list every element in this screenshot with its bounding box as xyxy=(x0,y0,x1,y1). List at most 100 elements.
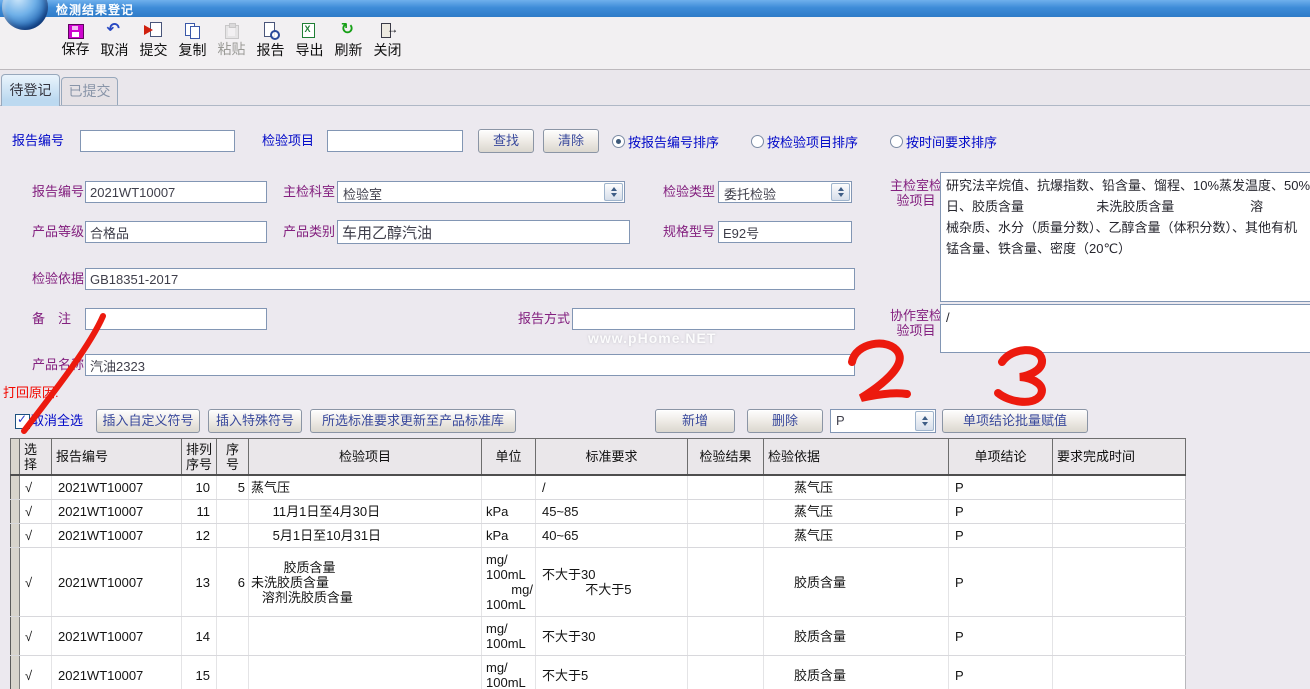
insert-custom-symbol-button[interactable]: 插入自定义符号 xyxy=(96,409,200,433)
batch-assign-button[interactable]: 单项结论批量赋值 xyxy=(942,409,1088,433)
column-header[interactable]: 标准要求 xyxy=(535,439,687,476)
cancel-select-all-checkbox[interactable] xyxy=(15,414,30,429)
column-header[interactable]: 单项结论 xyxy=(948,439,1052,476)
radio-icon[interactable] xyxy=(890,135,903,148)
search-report-no-input[interactable] xyxy=(80,130,235,152)
table-header-row: 选择报告编号排列 序号序号检验项目单位标准要求检验结果检验依据单项结论要求完成时… xyxy=(11,439,1186,476)
cell-unit: kPa xyxy=(482,500,536,524)
toolbar-button-refresh[interactable]: 刷新 xyxy=(329,21,368,58)
cell-item: 5月1日至10月31日 xyxy=(249,524,482,548)
toolbar-button-copy[interactable]: 复制 xyxy=(173,21,212,58)
table-row[interactable]: √2021WT10007105蒸气压/蒸气压P xyxy=(11,475,1186,500)
report-mode-input[interactable] xyxy=(572,308,855,330)
cell-unit xyxy=(482,475,536,500)
cell-std: 不大于30 xyxy=(535,617,687,656)
find-button[interactable]: 查找 xyxy=(478,129,534,153)
test-type-value: 委托检验 xyxy=(724,184,776,203)
sort-radio-1[interactable]: 按检验项目排序 xyxy=(751,132,858,151)
cell-sel: √ xyxy=(20,500,52,524)
sort-radio-0[interactable]: 按报告编号排序 xyxy=(612,132,719,151)
cell-basis: 胶质含量 xyxy=(763,656,948,689)
results-table: 选择报告编号排列 序号序号检验项目单位标准要求检验结果检验依据单项结论要求完成时… xyxy=(10,438,1186,689)
cell-unit: mg/ 100mL xyxy=(482,617,536,656)
row-gutter xyxy=(11,617,20,656)
spinner-updown-icon[interactable] xyxy=(831,183,850,201)
product-grade-label: 产品等级 xyxy=(32,221,84,243)
column-header[interactable]: 选择 xyxy=(20,439,52,476)
test-basis-input[interactable] xyxy=(85,268,855,290)
table-row[interactable]: √2021WT1000711 11月1日至4月30日kPa45~85蒸气压P xyxy=(11,500,1186,524)
toolbar-button-undo[interactable]: 取消 xyxy=(95,21,134,58)
column-header[interactable]: 检验依据 xyxy=(763,439,948,476)
column-header[interactable]: 检验项目 xyxy=(249,439,482,476)
toolbar-button-report[interactable]: 报告 xyxy=(251,21,290,58)
column-header[interactable]: 检验结果 xyxy=(687,439,763,476)
spinner-updown-icon[interactable] xyxy=(604,183,623,201)
toolbar-button-submit[interactable]: 提交 xyxy=(134,21,173,58)
row-gutter xyxy=(11,548,20,617)
search-item-input[interactable] xyxy=(327,130,463,152)
tab-pending[interactable]: 待登记 xyxy=(1,74,60,106)
spinner-updown-icon[interactable] xyxy=(915,411,934,431)
test-type-combobox[interactable]: 委托检验 xyxy=(718,181,852,203)
cell-sel: √ xyxy=(20,524,52,548)
column-header[interactable]: 报告编号 xyxy=(52,439,182,476)
cancel-select-all-label: 取消全选 xyxy=(31,410,83,432)
column-header[interactable]: 排列 序号 xyxy=(182,439,217,476)
main-dept-combobox[interactable]: 检验室 xyxy=(337,181,625,203)
table-row[interactable]: √2021WT1000712 5月1日至10月31日kPa40~65蒸气压P xyxy=(11,524,1186,548)
sort-radio-2[interactable]: 按时间要求排序 xyxy=(890,132,997,151)
cell-order: 11 xyxy=(182,500,217,524)
cell-seq xyxy=(217,524,249,548)
coop-items-textarea[interactable]: / xyxy=(940,304,1310,353)
report-mode-label: 报告方式 xyxy=(518,308,570,330)
main-dept-value: 检验室 xyxy=(343,184,382,203)
table-row[interactable]: √2021WT10007136 胶质含量 未洗胶质含量 溶剂洗胶质含量mg/ 1… xyxy=(11,548,1186,617)
cell-result xyxy=(687,617,763,656)
toolbar-button-save[interactable]: 保存 xyxy=(56,21,95,57)
insert-special-symbol-button[interactable]: 插入特殊符号 xyxy=(208,409,302,433)
cell-seq xyxy=(217,617,249,656)
spec-model-input[interactable] xyxy=(718,221,852,243)
delete-button[interactable]: 删除 xyxy=(747,409,823,433)
cell-std: 40~65 xyxy=(535,524,687,548)
report-no-input[interactable] xyxy=(85,181,267,203)
cell-seq: 6 xyxy=(217,548,249,617)
cell-due xyxy=(1052,524,1185,548)
product-type-input[interactable] xyxy=(337,220,630,244)
tab-strip: 待登记 已提交 xyxy=(0,70,1310,105)
main-items-label: 主检室检验项目 xyxy=(888,178,944,208)
column-header[interactable]: 单位 xyxy=(482,439,536,476)
cell-order: 10 xyxy=(182,475,217,500)
table-row[interactable]: √2021WT1000715mg/ 100mL不大于5胶质含量P xyxy=(11,656,1186,689)
column-header[interactable]: 序号 xyxy=(217,439,249,476)
toolbar-button-close[interactable]: 关闭 xyxy=(368,21,407,58)
cell-item: 11月1日至4月30日 xyxy=(249,500,482,524)
conclusion-combobox[interactable]: P xyxy=(830,409,936,433)
submit-icon xyxy=(145,22,163,40)
radio-icon[interactable] xyxy=(751,135,764,148)
product-grade-input[interactable] xyxy=(85,221,267,243)
remark-input[interactable] xyxy=(85,308,267,330)
cell-basis: 胶质含量 xyxy=(763,617,948,656)
coop-items-label: 协作室检验项目 xyxy=(888,308,944,338)
cell-conclusion: P xyxy=(948,475,1052,500)
clear-button[interactable]: 清除 xyxy=(543,129,599,153)
product-name-input[interactable] xyxy=(85,354,855,376)
main-items-textarea[interactable]: 研究法辛烷值、抗爆指数、铅含量、馏程、10%蒸发温度、50%蒸 日、胶质含量 未… xyxy=(940,172,1310,302)
column-header[interactable]: 要求完成时间 xyxy=(1052,439,1185,476)
cell-order: 12 xyxy=(182,524,217,548)
table-row[interactable]: √2021WT1000714mg/ 100mL不大于30胶质含量P xyxy=(11,617,1186,656)
close-icon xyxy=(379,22,397,40)
search-report-no-label: 报告编号 xyxy=(12,130,64,152)
cell-conclusion: P xyxy=(948,617,1052,656)
cell-due xyxy=(1052,548,1185,617)
update-standard-button[interactable]: 所选标准要求更新至产品标准库 xyxy=(310,409,516,433)
radio-icon[interactable] xyxy=(612,135,625,148)
cell-report-no: 2021WT10007 xyxy=(52,617,182,656)
cell-conclusion: P xyxy=(948,500,1052,524)
tab-submitted[interactable]: 已提交 xyxy=(61,77,118,106)
toolbar-button-export[interactable]: 导出 xyxy=(290,21,329,58)
add-button[interactable]: 新增 xyxy=(655,409,735,433)
toolbar-button-paste[interactable]: 粘贴 xyxy=(212,21,251,57)
